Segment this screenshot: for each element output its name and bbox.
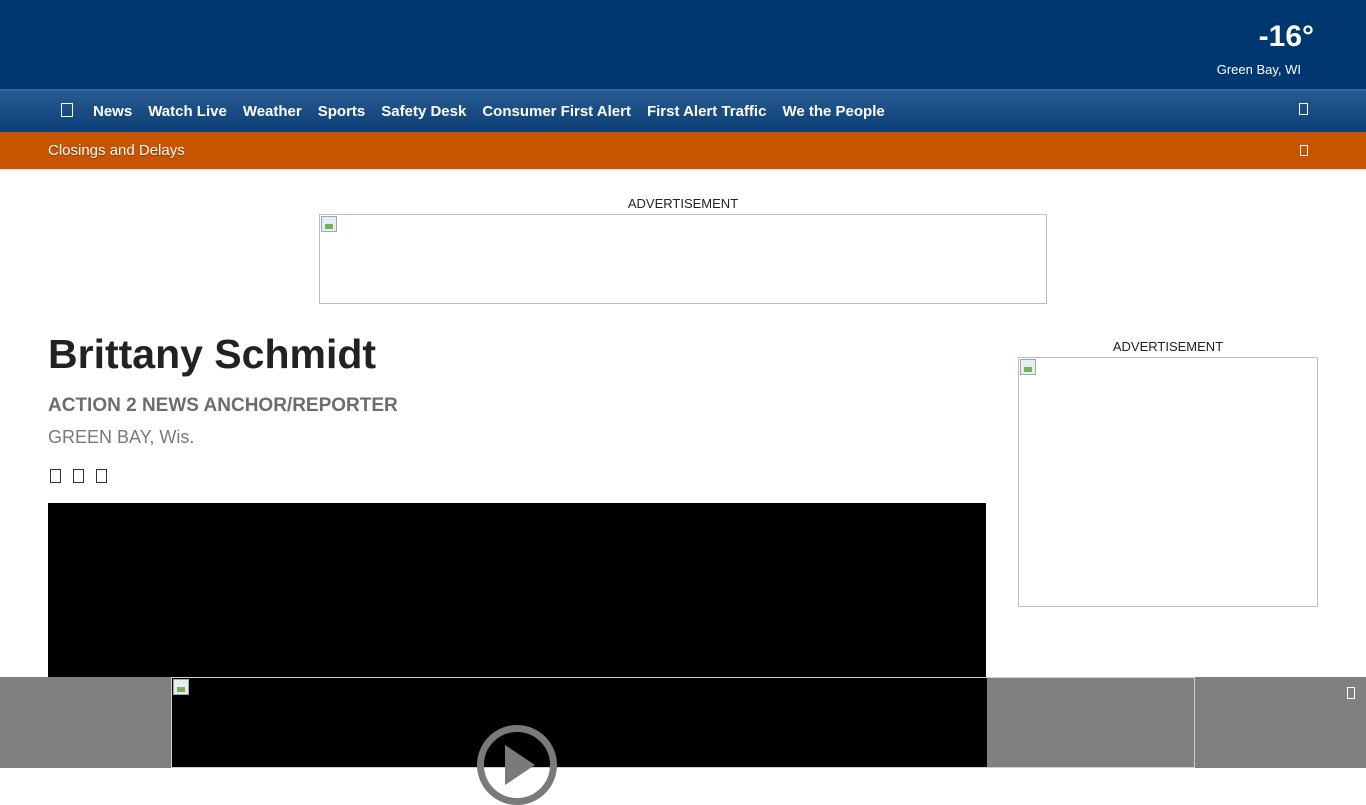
search-icon[interactable] bbox=[1299, 103, 1308, 115]
side-ad-label: ADVERTISEMENT bbox=[1112, 339, 1224, 354]
nav-item-we-the-people[interactable]: We the People bbox=[774, 103, 892, 120]
sticky-ad-banner[interactable] bbox=[171, 677, 1195, 768]
broken-image-icon bbox=[173, 679, 189, 695]
play-triangle bbox=[505, 745, 535, 785]
weather-temp[interactable]: -16° bbox=[1259, 20, 1314, 54]
social-links bbox=[50, 469, 107, 483]
email-icon[interactable] bbox=[96, 469, 107, 483]
top-ad-label: ADVERTISEMENT bbox=[627, 196, 739, 211]
profile-location: GREEN BAY, Wis. bbox=[48, 427, 195, 447]
closings-label[interactable]: Closings and Delays bbox=[48, 142, 185, 159]
nav-item-weather[interactable]: Weather bbox=[235, 103, 310, 120]
menu-icon[interactable] bbox=[61, 103, 73, 117]
close-icon[interactable] bbox=[1347, 687, 1355, 699]
video-behind-ad bbox=[172, 678, 987, 767]
nav-item-consumer-first-alert[interactable]: Consumer First Alert bbox=[474, 103, 639, 120]
weather-widget[interactable]: -16° Green Bay, WI bbox=[1217, 20, 1314, 77]
weather-location[interactable]: Green Bay, WI bbox=[1217, 62, 1301, 77]
nav-item-news[interactable]: News bbox=[85, 103, 140, 120]
nav-item-watch-live[interactable]: Watch Live bbox=[140, 103, 235, 120]
site-header: -16° Green Bay, WI bbox=[0, 0, 1366, 89]
top-ad-banner[interactable] bbox=[319, 214, 1047, 304]
nav-item-first-alert-traffic[interactable]: First Alert Traffic bbox=[639, 103, 774, 120]
broken-image-icon bbox=[1020, 359, 1036, 375]
overlay-left bbox=[0, 677, 48, 768]
facebook-icon[interactable] bbox=[50, 469, 61, 483]
divider bbox=[0, 169, 1366, 171]
nav-item-safety-desk[interactable]: Safety Desk bbox=[373, 103, 474, 120]
profile-name: Brittany Schmidt bbox=[48, 331, 377, 377]
nav-item-sports[interactable]: Sports bbox=[310, 103, 374, 120]
twitter-icon[interactable] bbox=[73, 469, 84, 483]
side-ad-box[interactable] bbox=[1018, 357, 1318, 607]
main-nav: News Watch Live Weather Sports Safety De… bbox=[0, 89, 1366, 132]
nav-list: News Watch Live Weather Sports Safety De… bbox=[85, 91, 893, 132]
chevron-down-icon[interactable] bbox=[1300, 145, 1308, 156]
broken-image-icon bbox=[321, 216, 337, 232]
profile-title: ACTION 2 NEWS ANCHOR/REPORTER bbox=[48, 395, 398, 416]
closings-bar[interactable]: Closings and Delays bbox=[0, 132, 1366, 169]
